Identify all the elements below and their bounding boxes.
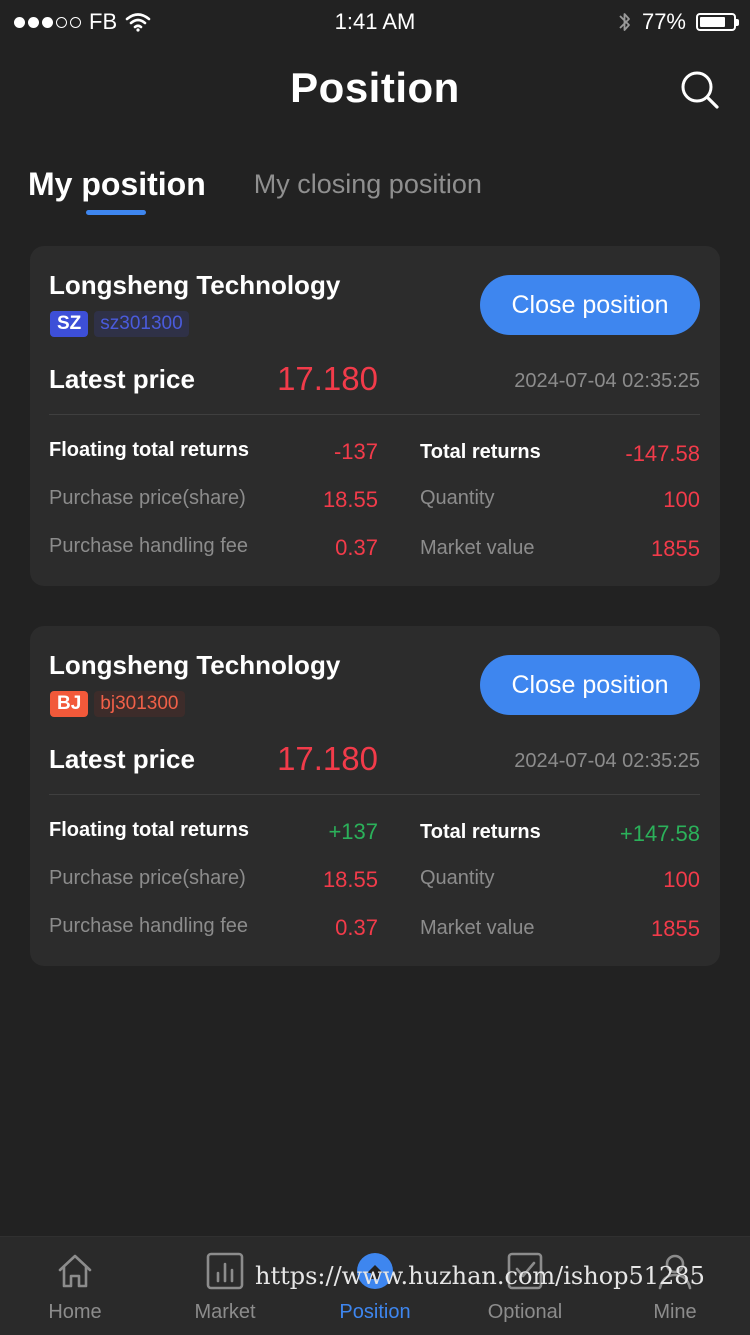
latest-price-value: 17.180 [277, 360, 378, 397]
page-title: Position [290, 64, 460, 111]
total-returns-value: -147.58 [625, 441, 700, 466]
quantity-value: 100 [663, 867, 700, 892]
battery-icon [696, 13, 739, 31]
stock-code-row: SZ sz301300 [50, 311, 189, 337]
stock-name: Longsheng Technology [49, 270, 341, 300]
total-returns-value: +147.58 [619, 821, 700, 846]
stock-name: Longsheng Technology [49, 650, 341, 680]
active-tab-indicator [86, 210, 146, 215]
tabbar-label: Market [194, 1301, 256, 1323]
position-card: Longsheng Technology SZ sz301300 Close p… [30, 246, 720, 586]
tabbar-label: Optional [487, 1301, 563, 1323]
latest-price-label: Latest price [49, 744, 195, 774]
handling-fee-value: 0.37 [335, 915, 378, 940]
stock-code-row: BJ bj301300 [50, 691, 185, 717]
tabbar-item-home[interactable]: Home [0, 1237, 150, 1335]
purchase-price-value: 18.55 [322, 487, 378, 512]
latest-price-label: Latest price [49, 364, 195, 394]
quantity-value: 100 [663, 487, 700, 512]
floating-total-returns-value: +137 [328, 819, 378, 844]
battery-fill [700, 17, 725, 27]
returns-row: Floating total returns +137 Total return… [30, 819, 720, 849]
total-returns-label: Total returns [420, 821, 541, 843]
search-icon[interactable] [678, 68, 722, 112]
floating-total-returns-label: Floating total returns [49, 439, 249, 461]
tab-my-closing-position[interactable]: My closing position [254, 166, 482, 200]
close-position-button[interactable]: Close position [480, 275, 700, 335]
purchase-price-value: 18.55 [322, 867, 378, 892]
market-value-label: Market value [420, 917, 535, 939]
tabbar-label: Mine [653, 1301, 697, 1323]
status-bar: FB 1:41 AM 77% [0, 0, 750, 40]
tab-my-position[interactable]: My position [28, 166, 206, 215]
total-returns-label: Total returns [420, 441, 541, 463]
returns-row: Floating total returns -137 Total return… [30, 439, 720, 469]
position-card: Longsheng Technology BJ bj301300 Close p… [30, 626, 720, 966]
exchange-badge: BJ [50, 691, 89, 717]
position-timestamp: 2024-07-04 02:35:25 [514, 750, 700, 772]
purchase-price-label: Purchase price(share) [49, 487, 246, 509]
quantity-label: Quantity [420, 867, 495, 889]
divider [49, 414, 700, 415]
stock-code: sz301300 [94, 311, 189, 337]
fee-row: Purchase handling fee 0.37 Market value … [30, 915, 720, 945]
market-value-label: Market value [420, 537, 535, 559]
tabbar-label: Home [48, 1301, 102, 1323]
fee-row: Purchase handling fee 0.37 Market value … [30, 535, 720, 565]
handling-fee-label: Purchase handling fee [49, 535, 249, 557]
market-value-value: 1855 [651, 916, 700, 941]
price-row: Purchase price(share) 18.55 Quantity 100 [30, 867, 720, 897]
watermark-text: https://www.huzhan.com/ishop51285 [255, 1262, 705, 1290]
quantity-label: Quantity [420, 487, 495, 509]
home-icon [58, 1254, 92, 1288]
market-value-value: 1855 [651, 536, 700, 561]
handling-fee-value: 0.37 [335, 535, 378, 560]
close-position-button[interactable]: Close position [480, 655, 700, 715]
latest-price-value: 17.180 [277, 740, 378, 777]
battery-percent: 77% [641, 9, 686, 34]
floating-total-returns-label: Floating total returns [49, 819, 249, 841]
purchase-price-label: Purchase price(share) [49, 867, 246, 889]
handling-fee-label: Purchase handling fee [49, 915, 249, 937]
position-tabs: My position My closing position [28, 166, 482, 215]
floating-total-returns-value: -137 [333, 439, 378, 464]
bluetooth-icon [619, 13, 630, 31]
divider [49, 794, 700, 795]
stock-code: bj301300 [94, 691, 185, 717]
tabbar-label: Position [339, 1301, 411, 1323]
market-icon [206, 1252, 244, 1290]
exchange-badge: SZ [50, 311, 89, 337]
position-timestamp: 2024-07-04 02:35:25 [514, 370, 700, 392]
price-row: Purchase price(share) 18.55 Quantity 100 [30, 487, 720, 517]
status-right: 77% [618, 9, 739, 35]
